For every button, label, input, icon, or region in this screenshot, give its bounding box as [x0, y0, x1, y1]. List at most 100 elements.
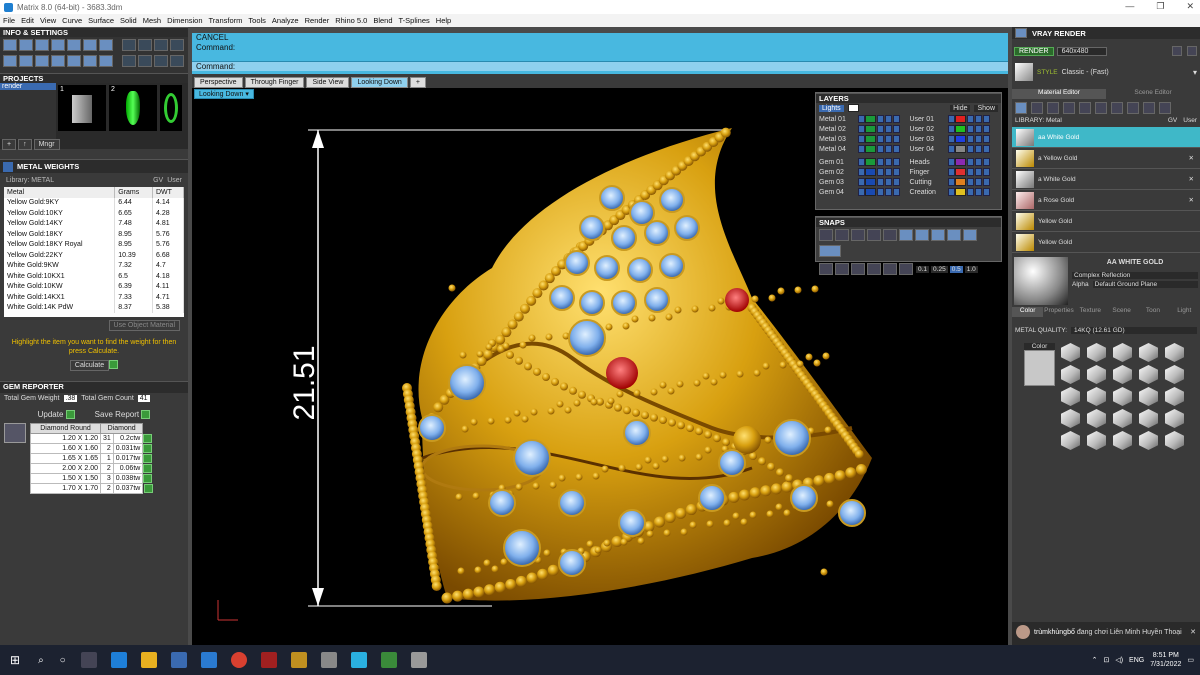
tool-icon[interactable] — [19, 55, 33, 67]
layer-row[interactable]: User 04 — [909, 144, 998, 154]
tool-icon[interactable] — [19, 39, 33, 51]
material-tool-icon[interactable] — [1015, 102, 1027, 114]
table-row[interactable]: 1.60 X 1.60 2 0.031tw — [30, 443, 153, 455]
layer-option-icon[interactable] — [983, 168, 991, 176]
layer-color-swatch[interactable] — [865, 135, 876, 143]
menu-item[interactable]: File — [3, 16, 15, 25]
finish-preset-cube-icon[interactable] — [1165, 387, 1184, 406]
layer-option-icon[interactable] — [893, 188, 900, 196]
layer-visible-icon[interactable] — [885, 145, 892, 153]
tab-viewport[interactable]: Perspective — [194, 77, 243, 88]
table-row[interactable]: 1.50 X 1.50 3 0.038tw — [30, 473, 153, 485]
project-thumb[interactable]: 1 — [58, 85, 106, 131]
finish-preset-cube-icon[interactable] — [1061, 387, 1080, 406]
layer-visible-icon[interactable] — [975, 188, 983, 196]
layer-row[interactable]: Metal 01 — [819, 114, 909, 124]
finish-preset-cube-icon[interactable] — [1165, 409, 1184, 428]
layer-row[interactable]: User 02 — [909, 124, 998, 134]
snap-ortho-icon[interactable] — [835, 263, 849, 275]
update-button[interactable]: Update — [38, 410, 75, 420]
finish-preset-cube-icon[interactable] — [1113, 431, 1132, 450]
layer-color-swatch[interactable] — [865, 178, 876, 186]
metal-quality-select[interactable]: 14KQ (12.61 GD) — [1071, 326, 1197, 334]
tab-material-property[interactable]: Color — [1012, 307, 1044, 317]
material-tool-icon[interactable] — [1047, 102, 1059, 114]
close-icon[interactable]: ✕ — [1189, 154, 1194, 162]
layer-lock-icon[interactable] — [877, 168, 884, 176]
store-icon[interactable] — [170, 652, 187, 668]
layer-color-swatch[interactable] — [955, 168, 967, 176]
reflection-select[interactable]: Complex Reflection — [1072, 272, 1198, 279]
color-swatch[interactable] — [1024, 350, 1055, 386]
material-tool-icon[interactable] — [1031, 102, 1043, 114]
finish-preset-cube-icon[interactable] — [1139, 343, 1158, 362]
layer-expand-icon[interactable] — [948, 158, 956, 166]
layer-color-swatch[interactable] — [955, 188, 967, 196]
table-row[interactable]: 1.65 X 1.65 1 0.017tw — [30, 453, 153, 465]
layer-row[interactable]: Heads — [909, 157, 998, 167]
tool-icon[interactable] — [99, 55, 113, 67]
table-row[interactable]: Yellow Gold:14KY 7.48 4.81 — [4, 218, 184, 229]
layer-expand-icon[interactable] — [858, 188, 865, 196]
menu-item[interactable]: Dimension — [167, 16, 202, 25]
user-button[interactable]: User — [167, 177, 182, 184]
layer-lock-icon[interactable] — [877, 115, 884, 123]
snap-int-icon[interactable] — [899, 229, 913, 241]
layer-lock-icon[interactable] — [877, 178, 884, 186]
tab-material-property[interactable]: Light — [1169, 307, 1200, 317]
layer-expand-icon[interactable] — [858, 158, 865, 166]
edge-icon[interactable] — [110, 652, 127, 668]
gv-button[interactable]: GV — [1168, 117, 1177, 124]
layer-visible-icon[interactable] — [885, 158, 892, 166]
layer-visible-icon[interactable] — [885, 125, 892, 133]
layer-color-swatch[interactable] — [955, 178, 967, 186]
layer-expand-icon[interactable] — [858, 135, 865, 143]
notification[interactable]: trùmkhủngbố đang chơi Liên Minh Huyền Th… — [1012, 622, 1200, 646]
user-button[interactable]: User — [1183, 117, 1197, 124]
language-indicator[interactable]: ENG — [1129, 657, 1144, 664]
snap-cen-icon[interactable] — [883, 229, 897, 241]
maximize-icon[interactable]: ❐ — [1156, 1, 1164, 12]
layer-lock-icon[interactable] — [967, 115, 975, 123]
tool-icon[interactable] — [170, 39, 184, 51]
tab-material-property[interactable]: Texture — [1075, 307, 1106, 317]
snap-gumball-icon[interactable] — [899, 263, 913, 275]
layer-option-icon[interactable] — [983, 178, 991, 186]
volume-icon[interactable]: ◁) — [1115, 656, 1123, 664]
finish-preset-cube-icon[interactable] — [1165, 431, 1184, 450]
tool-icon[interactable] — [67, 55, 81, 67]
table-row[interactable]: 2.00 X 2.00 2 0.06tw — [30, 463, 153, 475]
layer-expand-icon[interactable] — [948, 125, 956, 133]
layer-option-icon[interactable] — [983, 115, 991, 123]
menu-item[interactable]: View — [40, 16, 56, 25]
material-tool-icon[interactable] — [1127, 102, 1139, 114]
layer-visible-icon[interactable] — [975, 115, 983, 123]
windows-start-icon[interactable]: ⊞ — [10, 653, 20, 667]
table-row[interactable]: Yellow Gold:10KY 6.65 4.28 — [4, 208, 184, 219]
tool-icon[interactable] — [170, 55, 184, 67]
layer-option-icon[interactable] — [983, 135, 991, 143]
finish-preset-cube-icon[interactable] — [1087, 387, 1106, 406]
layer-row[interactable]: Cutting — [909, 177, 998, 187]
tool-icon[interactable] — [154, 55, 168, 67]
calculate-button[interactable]: Calculate — [69, 360, 110, 371]
finish-preset-cube-icon[interactable] — [1113, 409, 1132, 428]
layer-option-icon[interactable] — [893, 168, 900, 176]
network-icon[interactable]: ⊡ — [1103, 656, 1109, 664]
layer-row[interactable]: Metal 02 — [819, 124, 909, 134]
layer-expand-icon[interactable] — [858, 168, 865, 176]
menu-item[interactable]: Edit — [21, 16, 34, 25]
table-row[interactable]: Yellow Gold:18KY 8.95 5.76 — [4, 229, 184, 240]
material-tool-icon[interactable] — [1159, 102, 1171, 114]
show-button[interactable]: Show — [974, 104, 998, 112]
snap-knot-icon[interactable] — [963, 229, 977, 241]
finish-preset-cube-icon[interactable] — [1061, 365, 1080, 384]
material-tool-icon[interactable] — [1143, 102, 1155, 114]
finish-preset-cube-icon[interactable] — [1087, 431, 1106, 450]
add-tab-icon[interactable]: + — [409, 77, 426, 88]
tab-viewport[interactable]: Looking Down — [351, 77, 408, 88]
tool-icon[interactable] — [83, 39, 97, 51]
finish-preset-cube-icon[interactable] — [1087, 343, 1106, 362]
mail-icon[interactable] — [200, 652, 217, 668]
material-tool-icon[interactable] — [1063, 102, 1075, 114]
